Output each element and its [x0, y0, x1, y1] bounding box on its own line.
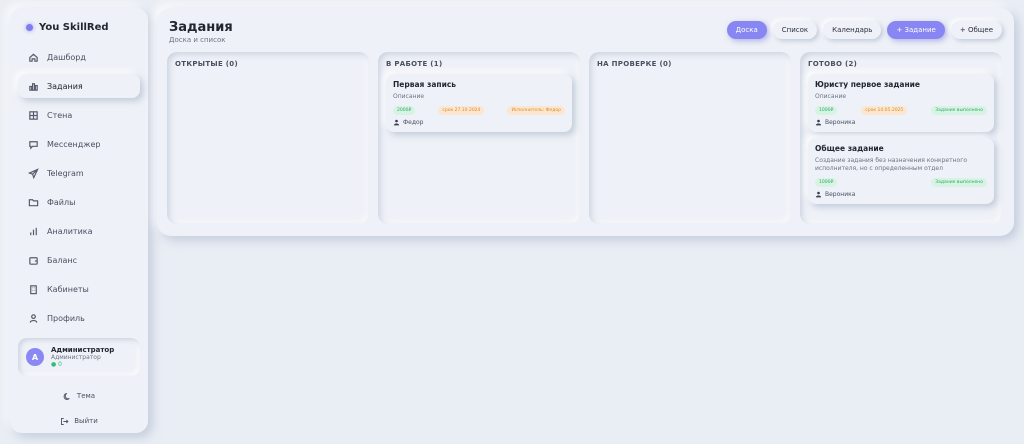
task-card[interactable]: Общее задание Создание задания без назна… — [808, 137, 994, 205]
home-icon — [29, 52, 38, 62]
sidebar-item-tasks[interactable]: Задания — [18, 74, 140, 98]
sidebar-item-dashboard[interactable]: Дашборд — [18, 45, 140, 69]
user-status: ● 0 — [51, 361, 62, 368]
price-badge: 1000₽ — [815, 105, 838, 115]
user-name: Администратор — [51, 346, 115, 354]
sidebar: You SkillRed Дашборд Задания Стена Мессе… — [10, 8, 148, 433]
person-icon — [815, 119, 822, 126]
board-view-button[interactable]: Доска — [726, 21, 767, 39]
price-badge: 1000₽ — [815, 178, 838, 188]
grid-icon — [29, 110, 38, 120]
assignee-badge: Исполнитель: Федор — [507, 105, 565, 115]
building-icon — [30, 284, 37, 294]
moon-icon — [63, 392, 70, 400]
column-in-progress: В РАБОТЕ (1) Первая запись Описание 2000… — [378, 52, 580, 224]
column-title: НА ПРОВЕРКЕ (0) — [597, 60, 672, 68]
sidebar-item-label: Стена — [47, 110, 73, 120]
deadline-badge: срок 27.10.2024 — [438, 105, 485, 115]
sidebar-item-messenger[interactable]: Мессенджер — [18, 132, 140, 156]
task-board-panel: Задания Доска и список Доска Список Кале… — [157, 8, 1014, 236]
sidebar-item-cabinets[interactable]: Кабинеты — [18, 277, 140, 301]
send-icon — [28, 167, 39, 179]
assignee-name: Вероника — [825, 191, 856, 199]
logout-label: Выйти — [74, 417, 98, 425]
task-description: Создание задания без назначения конкретн… — [815, 156, 968, 173]
task-tags: 2000₽ срок 27.10.2024 Исполнитель: Федор — [393, 105, 565, 115]
sidebar-item-label: Telegram — [47, 168, 84, 178]
deadline-badge: срок 14.05.2025 — [861, 105, 908, 115]
view-toolbar: Доска Список Календарь + Задание + Общее — [726, 21, 1002, 39]
logout-button[interactable]: Выйти — [18, 411, 140, 431]
user-info: Администратор Администратор ● 0 — [51, 346, 114, 368]
sidebar-item-telegram[interactable]: Telegram — [18, 161, 140, 185]
user-card[interactable]: А Администратор Администратор ● 0 — [18, 338, 140, 376]
sidebar-nav: Дашборд Задания Стена Мессенджер Telegra… — [18, 45, 140, 330]
task-title: Юристу первое задание — [815, 80, 921, 89]
sidebar-item-label: Профиль — [47, 313, 85, 323]
sidebar-item-files[interactable]: Файлы — [18, 190, 140, 214]
sidebar-item-label: Дашборд — [47, 52, 86, 62]
wallet-icon — [29, 256, 38, 265]
page-subtitle: Доска и список — [169, 36, 226, 44]
sidebar-item-label: Файлы — [47, 197, 76, 207]
sidebar-item-label: Кабинеты — [47, 284, 89, 294]
brand-logo-dot — [26, 24, 33, 31]
chat-icon — [29, 140, 38, 150]
assignee-name: Вероника — [825, 118, 856, 126]
price-badge: 2000₽ — [393, 105, 416, 115]
assignee-name: Федор — [403, 118, 424, 126]
list-view-button[interactable]: Список — [772, 21, 818, 39]
task-card[interactable]: Юристу первое задание Описание 1000₽ сро… — [808, 74, 994, 132]
task-title: Общее задание — [815, 143, 884, 153]
task-description: Описание — [393, 93, 425, 100]
sidebar-item-analytics[interactable]: Аналитика — [18, 219, 140, 243]
user-role: Администратор — [51, 354, 101, 361]
logout-icon — [61, 417, 69, 425]
column-open: ОТКРЫТЫЕ (0) — [167, 52, 369, 224]
folder-icon — [28, 198, 39, 206]
brand-name: You SkillRed — [39, 22, 109, 33]
sidebar-item-profile[interactable]: Профиль — [18, 306, 140, 330]
brand[interactable]: You SkillRed — [26, 22, 140, 33]
kanban-columns: ОТКРЫТЫЕ (0) В РАБОТЕ (1) Первая запись … — [167, 52, 1002, 224]
column-title: ГОТОВО (2) — [808, 60, 858, 68]
sidebar-item-label: Аналитика — [47, 226, 93, 236]
page-title: Задания — [169, 20, 233, 35]
status-badge: Задание выполнено — [931, 178, 987, 188]
task-assignee: Федор — [393, 119, 565, 126]
person-icon — [393, 119, 400, 126]
add-task-button[interactable]: + Задание — [887, 21, 945, 39]
sidebar-item-wall[interactable]: Стена — [18, 103, 140, 127]
user-icon — [29, 313, 38, 323]
analytics-icon — [30, 227, 37, 235]
sidebar-item-label: Мессенджер — [47, 139, 101, 149]
task-assignee: Вероника — [815, 191, 987, 198]
sidebar-item-label: Задания — [47, 81, 83, 91]
column-done: ГОТОВО (2) Юристу первое задание Описани… — [800, 52, 1002, 224]
task-assignee: Вероника — [815, 119, 987, 126]
status-badge: Задание выполнено — [931, 105, 987, 115]
avatar: А — [26, 348, 44, 366]
sidebar-item-balance[interactable]: Баланс — [18, 248, 140, 272]
column-review: НА ПРОВЕРКЕ (0) — [589, 52, 791, 224]
column-title: В РАБОТЕ (1) — [386, 60, 443, 68]
task-tags: 1000₽ срок 14.05.2025 Задание выполнено — [815, 105, 987, 115]
task-description: Описание — [815, 93, 847, 100]
person-icon — [815, 191, 822, 198]
bar-chart-icon — [29, 82, 38, 91]
sidebar-item-label: Баланс — [47, 255, 78, 265]
theme-label: Тема — [76, 392, 96, 400]
add-common-task-button[interactable]: + Общее — [950, 21, 1002, 39]
task-card[interactable]: Первая запись Описание 2000₽ срок 27.10.… — [386, 74, 572, 132]
task-tags: 1000₽ Задание выполнено — [815, 178, 987, 188]
calendar-view-button[interactable]: Календарь — [823, 21, 882, 39]
theme-toggle-button[interactable]: Тема — [18, 386, 140, 406]
column-title: ОТКРЫТЫЕ (0) — [175, 60, 238, 68]
task-title: Первая запись — [393, 80, 457, 89]
